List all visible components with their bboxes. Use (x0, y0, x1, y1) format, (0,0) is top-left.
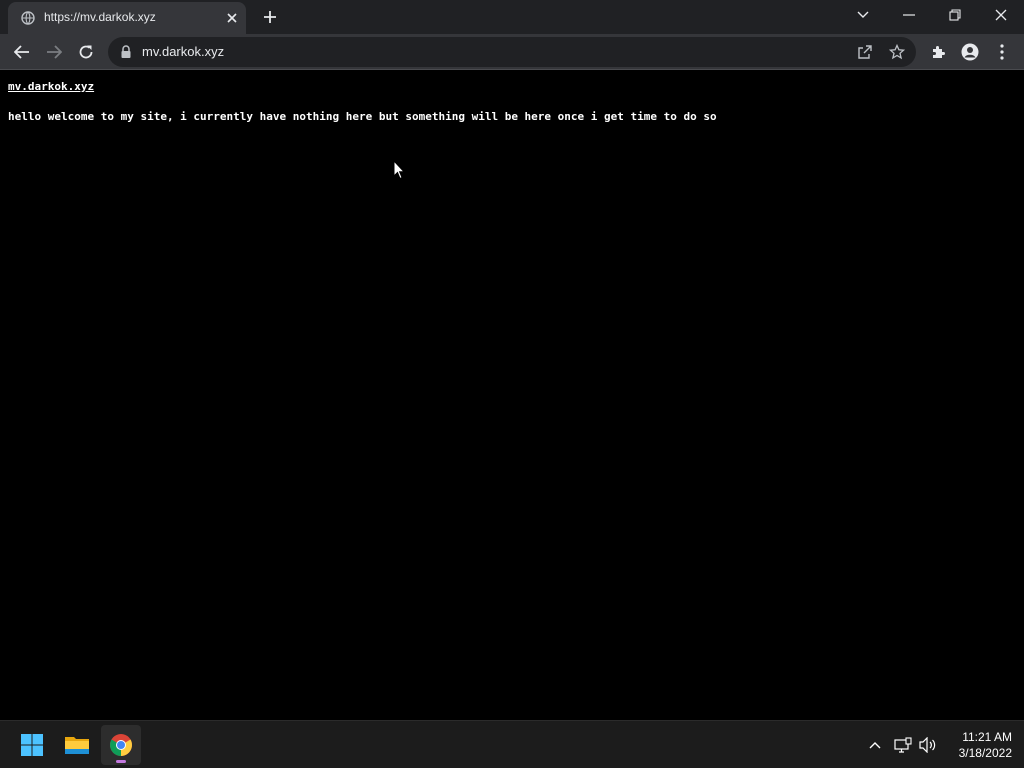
tab-search-chevron-icon[interactable] (840, 0, 886, 30)
page-content: mv.darkok.xyz hello welcome to my site, … (0, 71, 1024, 720)
taskbar: 11:21 AM 3/18/2022 (0, 720, 1024, 768)
reload-icon[interactable] (72, 38, 100, 66)
globe-icon (21, 11, 35, 25)
extensions-puzzle-icon[interactable] (924, 38, 952, 66)
system-clock[interactable]: 11:21 AM 3/18/2022 (944, 729, 1012, 761)
lock-icon[interactable] (120, 45, 132, 59)
network-icon[interactable] (892, 734, 914, 756)
tab-title: https://mv.darkok.xyz (44, 10, 156, 24)
share-icon[interactable] (856, 43, 874, 61)
site-title-link[interactable]: mv.darkok.xyz (8, 80, 94, 93)
clock-time: 11:21 AM (962, 730, 1012, 744)
tab-strip: https://mv.darkok.xyz (0, 0, 1024, 34)
tab-close-icon[interactable] (224, 10, 240, 26)
close-icon[interactable] (978, 0, 1024, 30)
address-bar[interactable]: mv.darkok.xyz (108, 37, 916, 67)
windows-start-icon[interactable] (12, 725, 52, 765)
active-app-indicator (116, 760, 126, 763)
minimize-icon[interactable] (886, 0, 932, 30)
browser-tab[interactable]: https://mv.darkok.xyz (8, 2, 246, 34)
chevron-up-icon[interactable] (864, 734, 886, 756)
chrome-icon[interactable] (101, 725, 141, 765)
profile-icon[interactable] (956, 38, 984, 66)
volume-icon[interactable] (917, 734, 939, 756)
clock-date: 3/18/2022 (958, 746, 1012, 760)
browser-toolbar: mv.darkok.xyz (0, 34, 1024, 70)
star-icon[interactable] (888, 43, 906, 61)
back-arrow-icon[interactable] (8, 38, 36, 66)
file-explorer-icon[interactable] (57, 725, 97, 765)
forward-arrow-icon[interactable] (40, 38, 68, 66)
new-tab-button[interactable] (259, 6, 281, 28)
welcome-text: hello welcome to my site, i currently ha… (8, 110, 717, 123)
more-vert-icon[interactable] (988, 38, 1016, 66)
url-text[interactable]: mv.darkok.xyz (142, 44, 224, 59)
mouse-cursor-icon (393, 159, 406, 180)
restore-icon[interactable] (932, 0, 978, 30)
